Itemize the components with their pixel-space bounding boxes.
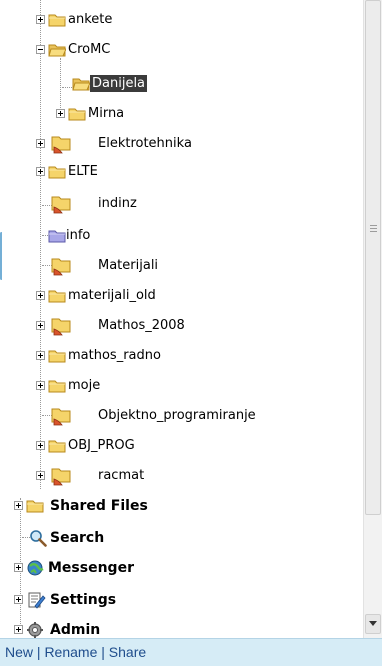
tree-item-search[interactable]: Search [0, 526, 360, 550]
tree-item-elte[interactable]: ELTE [0, 160, 360, 184]
tree-item-label: Mirna [88, 106, 125, 121]
tree-item-messenger[interactable]: Messenger [0, 556, 360, 580]
folder-icon-purple [48, 230, 66, 243]
messenger-icon [27, 560, 44, 576]
expand-toggle[interactable] [36, 441, 45, 450]
shared-folder-icon [51, 408, 71, 426]
shared-folder-icon [51, 196, 71, 214]
expand-toggle[interactable] [14, 501, 23, 510]
expand-toggle[interactable] [14, 595, 23, 604]
expand-toggle[interactable] [36, 351, 45, 360]
shared-folder-icon [51, 258, 71, 276]
tree-item-label: Materijali [98, 258, 159, 273]
expand-toggle[interactable] [36, 139, 45, 148]
tree-item-label: Admin [50, 622, 101, 638]
separator: | [97, 644, 109, 660]
expand-toggle[interactable] [36, 15, 45, 24]
tree-item-label: racmat [98, 468, 145, 483]
tree-item-label: mathos_radno [68, 348, 161, 363]
tree-item-ankete[interactable]: ankete [0, 8, 360, 32]
expand-toggle[interactable] [36, 471, 45, 480]
folder-icon [26, 500, 44, 513]
tree-item-label: OBJ_PROG [68, 438, 135, 453]
tree-item-materijali[interactable]: Materijali [0, 254, 360, 278]
tree-item-materijali-old[interactable]: materijali_old [0, 284, 360, 308]
vertical-scrollbar[interactable] [363, 0, 382, 638]
share-link[interactable]: Share [109, 644, 146, 660]
expand-toggle[interactable] [56, 109, 65, 118]
tree-item-indinz[interactable]: indinz [0, 192, 360, 216]
folder-icon [48, 166, 66, 179]
tree-item-mathos-2008[interactable]: Mathos_2008 [0, 314, 360, 338]
tree-item-label: Search [50, 530, 105, 546]
folder-icon [48, 350, 66, 363]
rename-link[interactable]: Rename [44, 644, 97, 660]
tree-item-mirna[interactable]: Mirna [0, 102, 360, 126]
folder-icon [48, 14, 66, 27]
expand-toggle[interactable] [36, 167, 45, 176]
expand-toggle[interactable] [36, 321, 45, 330]
separator: | [33, 644, 45, 660]
tree-item-label: Elektrotehnika [98, 136, 192, 151]
shared-folder-icon [51, 136, 71, 154]
tree-item-label: materijali_old [68, 288, 156, 303]
scroll-down-button[interactable] [365, 614, 381, 634]
settings-icon [28, 592, 46, 609]
shared-folder-icon [51, 468, 71, 486]
folder-open-icon [72, 78, 90, 91]
tree-item-elektrotehnika[interactable]: Elektrotehnika [0, 132, 360, 156]
tree-item-label: Objektno_programiranje [98, 408, 256, 423]
tree-item-label: info [66, 228, 91, 243]
tree-item-info[interactable]: info [0, 224, 360, 248]
folder-open-icon [48, 44, 66, 57]
admin-icon [27, 622, 43, 638]
magnifier-icon [30, 530, 47, 547]
expand-toggle[interactable] [36, 291, 45, 300]
expand-toggle[interactable] [14, 625, 23, 634]
expand-toggle[interactable] [36, 381, 45, 390]
tree-item-cromc[interactable]: CroMC [0, 38, 360, 62]
tree-item-racmat[interactable]: racmat [0, 464, 360, 488]
shared-folder-icon [51, 318, 71, 336]
tree-item-label-selected: Danijela [90, 75, 148, 92]
folder-icon [48, 290, 66, 303]
folder-icon [48, 440, 66, 453]
tree-item-mathos-radno[interactable]: mathos_radno [0, 344, 360, 368]
folder-tree: ankete CroMC Danijela Mirna Elektrotehni… [0, 0, 362, 638]
folder-icon [68, 108, 86, 121]
tree-item-settings[interactable]: Settings [0, 588, 360, 612]
tree-item-label: moje [68, 378, 101, 393]
tree-item-objektno-programiranje[interactable]: Objektno_programiranje [0, 404, 360, 428]
tree-item-label: CroMC [68, 42, 111, 57]
new-link[interactable]: New [5, 644, 33, 660]
folder-icon [48, 380, 66, 393]
tree-item-label: indinz [98, 196, 137, 211]
tree-item-label: Settings [50, 592, 117, 608]
action-bar: New | Rename | Share [0, 638, 382, 666]
tree-item-label: ankete [68, 12, 113, 27]
expand-toggle[interactable] [14, 563, 23, 572]
tree-item-shared-files[interactable]: Shared Files [0, 494, 360, 518]
scrollbar-thumb[interactable] [365, 0, 381, 515]
tree-item-label: Mathos_2008 [98, 318, 185, 333]
scrollbar-grip-icon [370, 225, 377, 234]
collapse-toggle[interactable] [36, 45, 45, 54]
panel-edge-accent [0, 232, 3, 280]
tree-item-label: ELTE [68, 164, 98, 179]
tree-item-admin[interactable]: Admin [0, 618, 360, 638]
tree-item-obj-prog[interactable]: OBJ_PROG [0, 434, 360, 458]
tree-item-moje[interactable]: moje [0, 374, 360, 398]
tree-item-danijela[interactable]: Danijela [0, 72, 360, 96]
tree-item-label: Messenger [48, 560, 134, 576]
tree-item-label: Shared Files [50, 498, 148, 514]
